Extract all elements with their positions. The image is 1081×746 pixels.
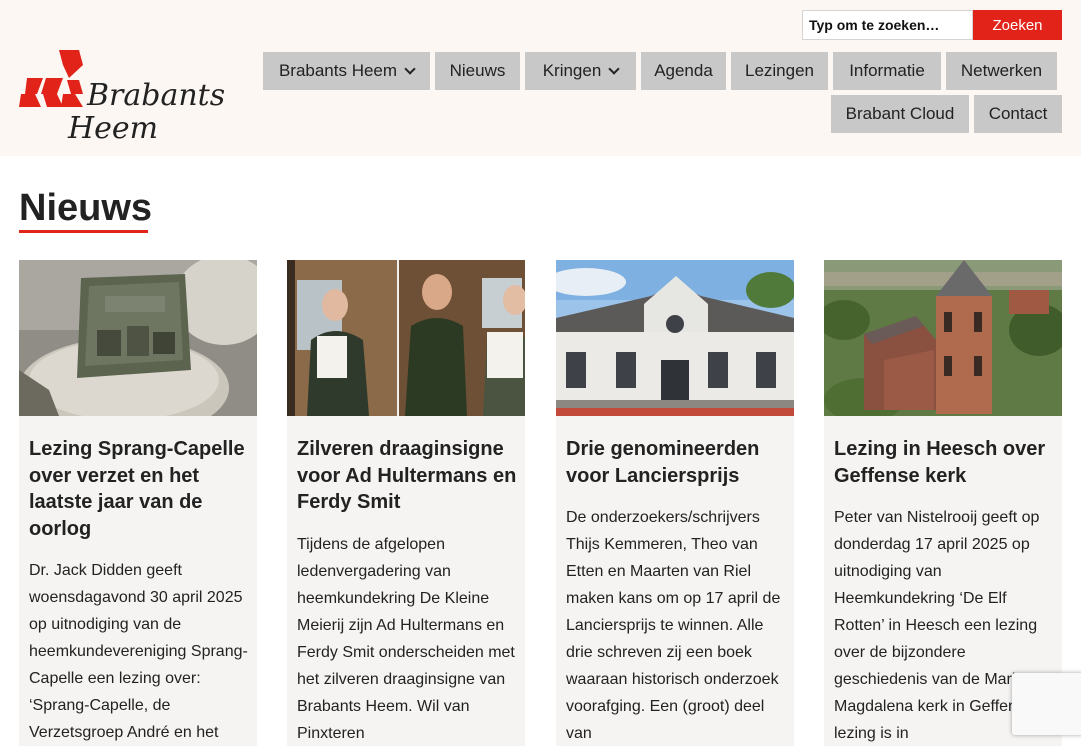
page-title: Nieuws — [19, 187, 153, 229]
nav-item-agenda[interactable]: Agenda — [641, 52, 726, 90]
search-button[interactable]: Zoeken — [973, 10, 1062, 40]
news-card[interactable]: Zilveren draaginsigne voor Ad Hultermans… — [287, 260, 525, 746]
nav-item-label: Agenda — [654, 61, 713, 80]
award-photo — [287, 260, 525, 416]
news-card-title[interactable]: Lezing in Heesch over Geffense kerk — [834, 436, 1056, 489]
building-photo — [556, 260, 794, 416]
nav-item-label: Netwerken — [960, 61, 1043, 80]
nav-item-nieuws[interactable]: Nieuws — [435, 52, 520, 90]
logo-text-brabants: Brabants — [87, 78, 226, 113]
news-card-image[interactable] — [287, 260, 525, 416]
title-underline — [19, 230, 148, 233]
nav-item-lezingen[interactable]: Lezingen — [731, 52, 828, 90]
news-card-image[interactable] — [824, 260, 1062, 416]
nav-item-label: Contact — [988, 104, 1048, 123]
news-card[interactable]: Drie genomineerden voor Lanciersprijs De… — [556, 260, 794, 746]
nav-item-label: Lezingen — [744, 61, 814, 80]
news-card-title[interactable]: Lezing Sprang-Capelle over verzet en het… — [29, 436, 251, 542]
site-logo[interactable]: Brabants Heem — [19, 50, 229, 146]
nav-item-contact[interactable]: Contact — [974, 95, 1062, 133]
news-card-title[interactable]: Drie genomineerden voor Lanciersprijs — [566, 436, 788, 489]
search-input[interactable] — [802, 10, 973, 40]
news-card-excerpt: Tijdens de afgelopen ledenvergadering va… — [297, 536, 515, 742]
chevron-down-icon — [404, 62, 416, 75]
suitcase-photo — [19, 260, 257, 416]
nav-item-informatie[interactable]: Informatie — [833, 52, 941, 90]
news-card-excerpt: Dr. Jack Didden geeft woensdagavond 30 a… — [29, 562, 248, 741]
news-card-image[interactable] — [19, 260, 257, 416]
nav-item-label: Informatie — [849, 61, 925, 80]
news-card-image[interactable] — [556, 260, 794, 416]
nav-item-netwerken[interactable]: Netwerken — [946, 52, 1057, 90]
chevron-down-icon — [608, 62, 620, 75]
nav-item-label: Brabant Cloud — [845, 104, 955, 123]
site-header: Brabants Heem Zoeken Brabants Heem Nieuw… — [0, 0, 1081, 156]
news-card-excerpt: De onderzoekers/schrijvers Thijs Kemmere… — [566, 509, 781, 742]
church-aerial-photo — [824, 260, 1062, 416]
nav-item-brabants-heem[interactable]: Brabants Heem — [263, 52, 430, 90]
brabants-heem-logo-icon — [19, 50, 83, 107]
nav-item-label: Nieuws — [449, 61, 506, 80]
news-card-title[interactable]: Zilveren draaginsigne voor Ad Hultermans… — [297, 436, 519, 516]
search-form: Zoeken — [802, 10, 1062, 40]
nav-item-label: Brabants Heem — [278, 61, 398, 80]
recaptcha-badge[interactable] — [1012, 673, 1081, 735]
news-card[interactable]: Lezing Sprang-Capelle over verzet en het… — [19, 260, 257, 746]
logo-text-heem: Heem — [68, 111, 159, 146]
nav-item-label: Kringen — [542, 61, 602, 80]
nav-item-kringen[interactable]: Kringen — [525, 52, 636, 90]
nav-item-brabant-cloud[interactable]: Brabant Cloud — [831, 95, 969, 133]
